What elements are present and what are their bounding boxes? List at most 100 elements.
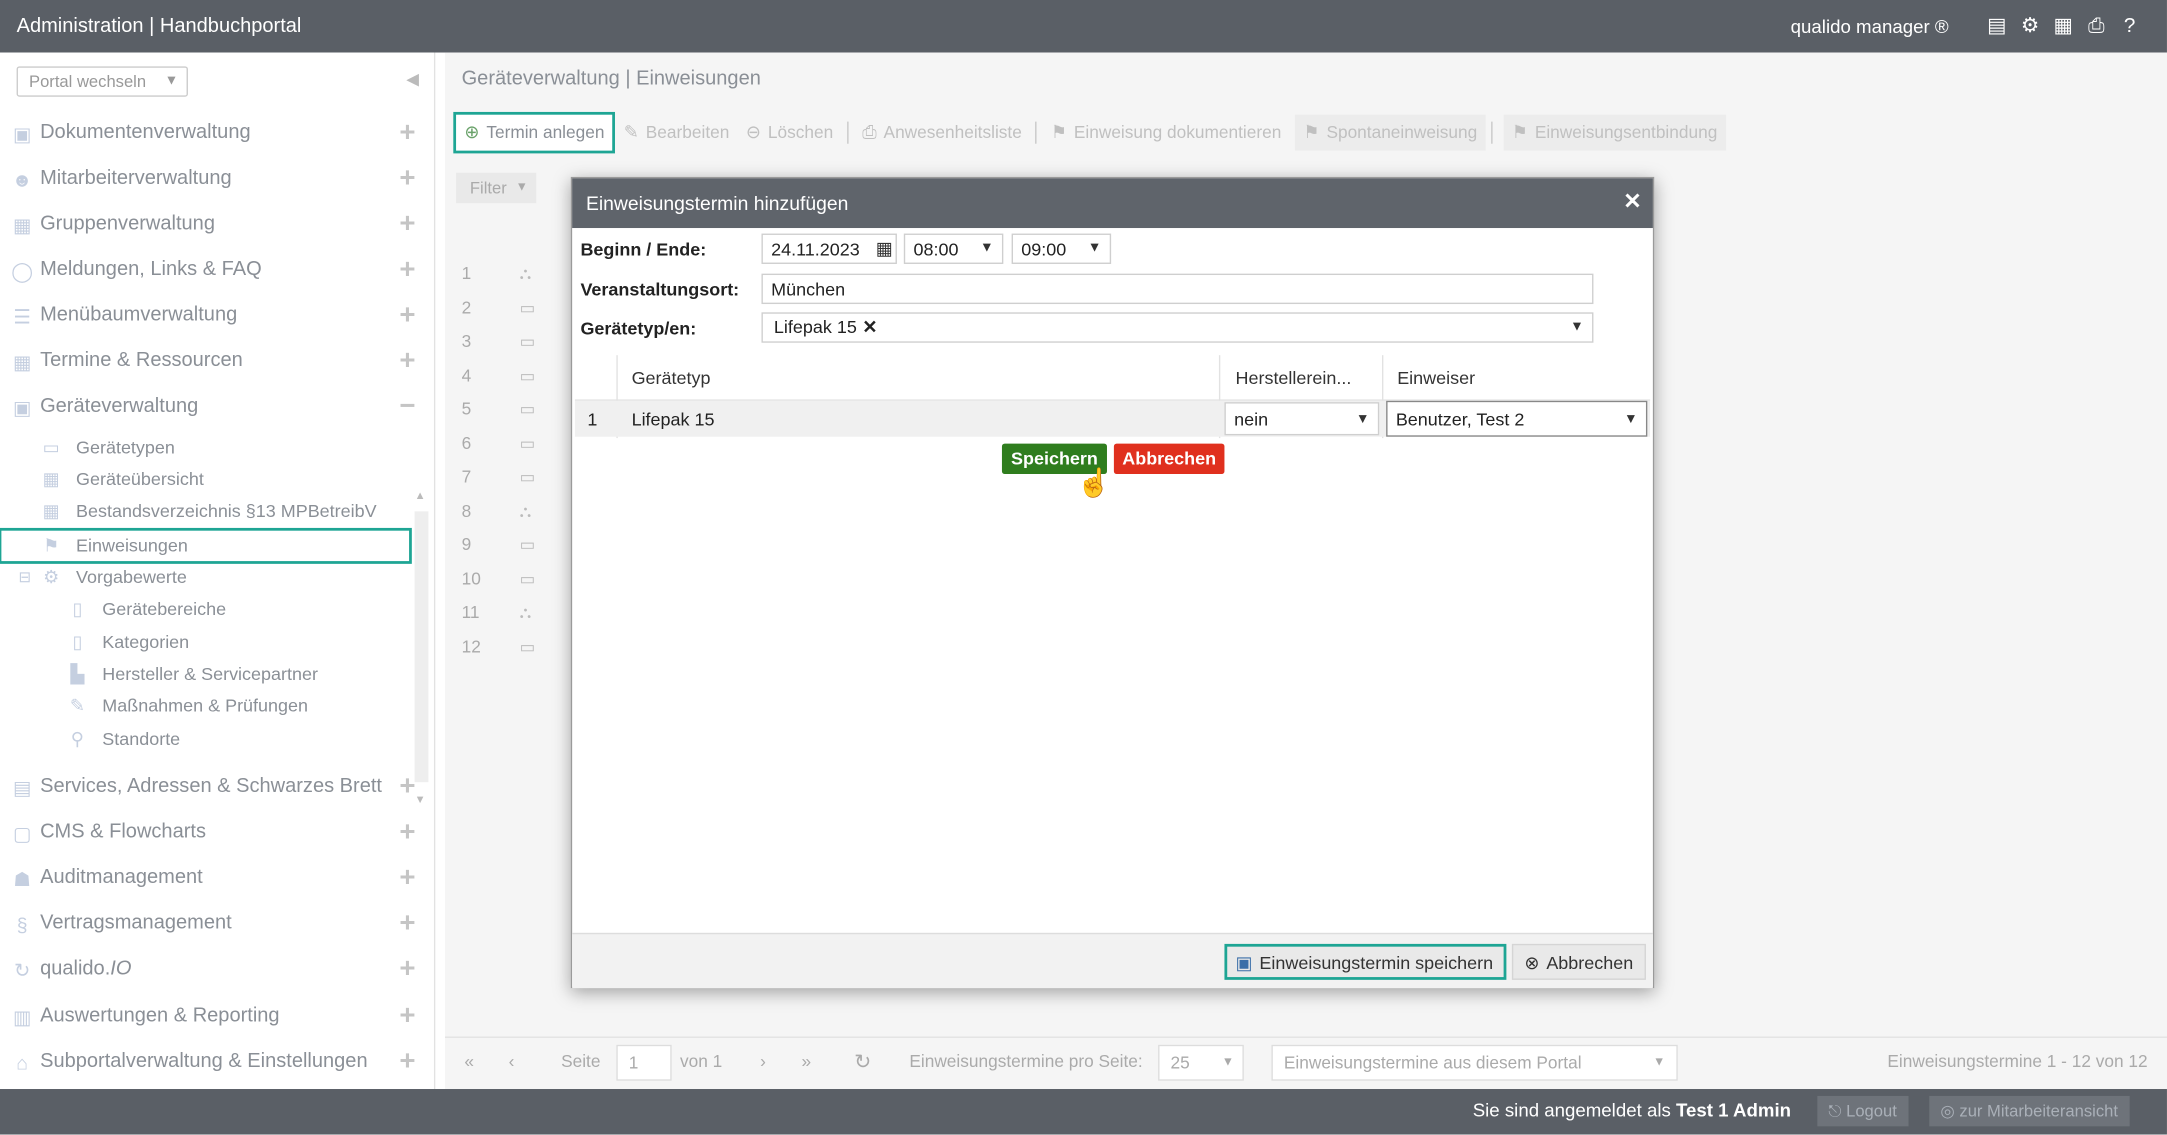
- nav-termine-ressourcen[interactable]: ▦ Termine & Ressourcen +: [0, 343, 434, 384]
- nav-auswertungen[interactable]: ▥ Auswertungen & Reporting +: [0, 998, 434, 1039]
- refresh-icon[interactable]: ↻: [854, 1049, 871, 1073]
- nav-geraeteverwaltung[interactable]: ▣ Geräteverwaltung −: [0, 388, 434, 429]
- expand-icon[interactable]: +: [399, 1001, 415, 1033]
- table-row[interactable]: 1 ⛬: [462, 264, 532, 298]
- table-row[interactable]: 10 ▭: [462, 569, 536, 603]
- nav-cms[interactable]: ▢ CMS & Flowcharts +: [0, 814, 434, 855]
- print-icon[interactable]: ⎙: [2084, 12, 2109, 37]
- start-time-select[interactable]: 08:00 ▼: [903, 233, 1004, 264]
- collapse-sidebar-icon[interactable]: ◀: [406, 69, 419, 88]
- expand-icon[interactable]: +: [399, 954, 415, 986]
- sub-massnahmen[interactable]: ✎ Maßnahmen & Prüfungen: [66, 691, 398, 721]
- col-instructor[interactable]: Einweiser: [1397, 368, 1475, 389]
- table-row[interactable]: 5 ▭: [462, 399, 536, 433]
- book-icon[interactable]: ▤: [1985, 12, 2010, 37]
- expand-icon[interactable]: +: [399, 908, 415, 940]
- prev-page-icon[interactable]: ‹: [509, 1052, 515, 1071]
- login-info: Sie sind angemeldet als Test 1 Admin: [1473, 1100, 1791, 1121]
- sub-einweisungen[interactable]: ⚑ Einweisungen: [0, 527, 412, 564]
- devicetype-multiselect[interactable]: Lifepak 15 ✕ ▼: [761, 312, 1594, 343]
- cancel-dialog-button[interactable]: ⊗ Abbrechen: [1511, 943, 1646, 980]
- table-row[interactable]: 9 ▭: [462, 535, 536, 569]
- table-row[interactable]: 6 ▭: [462, 433, 536, 467]
- table-row[interactable]: 8 ⛬: [462, 501, 532, 535]
- col-manufacturer[interactable]: Herstellerein...: [1236, 368, 1352, 389]
- expand-icon[interactable]: +: [399, 1046, 415, 1078]
- spontaneous-instruction-button[interactable]: ⚑ Spontaneinweisung: [1295, 114, 1486, 151]
- nav-vertragsmanagement[interactable]: § Vertragsmanagement +: [0, 905, 434, 946]
- date-field[interactable]: 24.11.2023 ▦: [761, 233, 897, 264]
- filter-button[interactable]: Filter ▼: [456, 172, 537, 204]
- sub-geraeteuebersicht[interactable]: ▦ Geräteübersicht: [40, 464, 399, 494]
- tree-scrollbar[interactable]: ▲ ▼: [412, 489, 431, 810]
- col-devicetype[interactable]: Gerätetyp: [632, 368, 711, 389]
- scroll-up-icon[interactable]: ▲: [415, 489, 426, 501]
- instruction-release-button[interactable]: ⚑ Einweisungsentbindung: [1503, 114, 1726, 151]
- nav-meldungen[interactable]: ◯ Meldungen, Links & FAQ +: [0, 252, 434, 293]
- help-icon[interactable]: ?: [2117, 12, 2142, 37]
- collapse-tree-icon[interactable]: ⊟: [14, 567, 36, 589]
- calendar-icon[interactable]: ▦: [876, 238, 893, 260]
- delete-button[interactable]: ⊖ Löschen: [738, 115, 842, 151]
- save-appointment-button[interactable]: ▣ Einweisungstermin speichern: [1224, 943, 1507, 980]
- expand-icon[interactable]: +: [399, 771, 415, 803]
- logout-button[interactable]: ⎋ Logout: [1817, 1095, 1908, 1127]
- table-row[interactable]: 11 ⛬: [462, 603, 532, 637]
- employee-view-button[interactable]: ◎ zur Mitarbeiteransicht: [1929, 1095, 2130, 1127]
- collapse-icon[interactable]: −: [399, 391, 415, 423]
- row-cancel-button[interactable]: Abbrechen: [1113, 443, 1225, 475]
- sub-kategorien[interactable]: ▯ Kategorien: [66, 627, 398, 657]
- close-icon[interactable]: ✕: [1623, 188, 1642, 216]
- expand-icon[interactable]: +: [399, 163, 415, 195]
- sub-vorgabewerte[interactable]: ⊟ ⚙ Vorgabewerte: [14, 562, 387, 592]
- nav-mitarbeiterverwaltung[interactable]: ☻ Mitarbeiterverwaltung +: [0, 160, 434, 201]
- remove-tag-icon[interactable]: ✕: [862, 316, 877, 337]
- sidebar: Portal wechseln ▼ ◀ ▣ Dokumentenverwaltu…: [0, 52, 436, 1090]
- expand-icon[interactable]: +: [399, 254, 415, 286]
- edit-button[interactable]: ✎ Bearbeiten: [616, 115, 738, 151]
- calendar-icon[interactable]: ▦: [2051, 12, 2076, 37]
- sub-hersteller[interactable]: ▙ Hersteller & Servicepartner: [66, 659, 398, 689]
- expand-icon[interactable]: +: [399, 300, 415, 332]
- nav-services[interactable]: ▤ Services, Adressen & Schwarzes Brett +: [0, 768, 434, 809]
- table-row[interactable]: 1 Lifepak 15 nein ▼ Benutzer, Test 2 ▼: [574, 400, 1651, 437]
- nav-subportalverwaltung[interactable]: ⌂ Subportalverwaltung & Einstellungen +: [0, 1043, 434, 1084]
- next-page-icon[interactable]: ›: [760, 1052, 766, 1071]
- sub-standorte[interactable]: ⚲ Standorte: [66, 724, 398, 754]
- table-row[interactable]: 7 ▭: [462, 467, 536, 501]
- table-row[interactable]: 2 ▭: [462, 298, 536, 332]
- scrollbar-thumb[interactable]: [414, 511, 429, 783]
- table-row[interactable]: 12 ▭: [462, 636, 536, 670]
- page-input[interactable]: 1: [616, 1044, 672, 1081]
- location-input[interactable]: München: [761, 273, 1594, 305]
- expand-icon[interactable]: +: [399, 209, 415, 241]
- chevron-down-icon: ▼: [1221, 1054, 1235, 1069]
- document-instruction-button[interactable]: ⚑ Einweisung dokumentieren: [1043, 115, 1290, 151]
- last-page-icon[interactable]: »: [802, 1052, 812, 1071]
- nav-auditmanagement[interactable]: ☗ Auditmanagement +: [0, 860, 434, 901]
- expand-icon[interactable]: +: [399, 117, 415, 149]
- manufacturer-select[interactable]: nein ▼: [1224, 402, 1380, 436]
- network-icon[interactable]: ⚙: [2018, 12, 2043, 37]
- nav-menuebaumverwaltung[interactable]: ☰ Menübaumverwaltung +: [0, 297, 434, 338]
- nav-qualido-io[interactable]: ↻ qualido.IO +: [0, 951, 434, 992]
- nav-dokumentenverwaltung[interactable]: ▣ Dokumentenverwaltung +: [0, 115, 434, 156]
- portal-select[interactable]: Portal wechseln ▼: [16, 66, 188, 97]
- nav-gruppenverwaltung[interactable]: ▦ Gruppenverwaltung +: [0, 206, 434, 247]
- expand-icon[interactable]: +: [399, 346, 415, 378]
- end-time-select[interactable]: 09:00 ▼: [1011, 233, 1112, 264]
- table-row[interactable]: 4 ▭: [462, 366, 536, 400]
- instructor-select[interactable]: Benutzer, Test 2 ▼: [1386, 400, 1648, 437]
- expand-icon[interactable]: +: [399, 862, 415, 894]
- per-page-select[interactable]: 25 ▼: [1158, 1044, 1244, 1081]
- first-page-icon[interactable]: «: [464, 1052, 474, 1071]
- table-row[interactable]: 3 ▭: [462, 332, 536, 366]
- sub-geraetebereiche[interactable]: ▯ Gerätebereiche: [66, 594, 398, 624]
- add-appointment-button[interactable]: ⊕ Termin anlegen: [453, 111, 616, 154]
- sub-bestandsverzeichnis[interactable]: ▦ Bestandsverzeichnis §13 MPBetreibV: [40, 496, 399, 526]
- attendance-list-button[interactable]: ⎙ Anwesenheitsliste: [854, 115, 1030, 151]
- scope-select[interactable]: Einweisungstermine aus diesem Portal ▼: [1271, 1044, 1678, 1081]
- expand-icon[interactable]: +: [399, 817, 415, 849]
- chevron-down-icon: ▼: [1570, 319, 1584, 335]
- sub-geraetetypen[interactable]: ▭ Gerätetypen: [40, 433, 399, 463]
